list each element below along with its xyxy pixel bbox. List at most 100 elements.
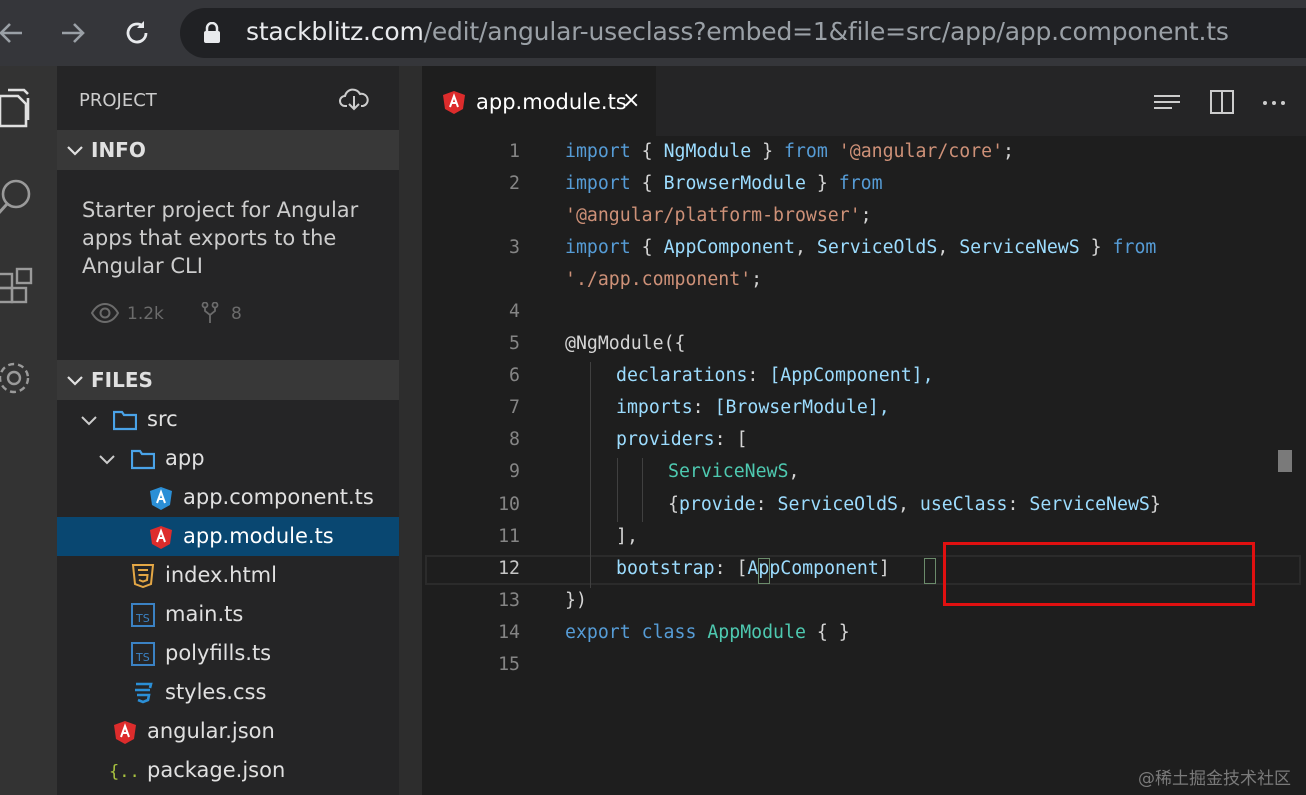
reload-icon[interactable] <box>118 14 156 52</box>
files-icon[interactable] <box>0 88 40 132</box>
json-icon: {..} <box>109 759 150 783</box>
css3-icon <box>131 681 155 705</box>
chevron-down-icon <box>65 368 85 396</box>
close-icon[interactable]: × <box>622 88 640 113</box>
line-number: 9 <box>509 461 520 482</box>
tree-label: app.module.ts <box>183 524 334 548</box>
bracket-match-open <box>758 558 770 584</box>
sidebar-scrollbar[interactable] <box>399 66 422 795</box>
settings-gear-icon[interactable] <box>0 356 40 400</box>
tree-file-app-module[interactable]: app.module.ts <box>57 517 399 556</box>
sidebar-header: PROJECT <box>57 66 399 130</box>
address-bar[interactable]: stackblitz.com/edit/angular-useclass?emb… <box>180 8 1306 58</box>
tree-file-app-component[interactable]: app.component.ts <box>57 478 399 517</box>
code-line-1: import { NgModule } from '@angular/core'… <box>565 141 1014 162</box>
search-icon[interactable] <box>0 176 40 220</box>
tree-label: styles.css <box>165 680 267 704</box>
info-section-header[interactable]: INFO <box>57 130 399 170</box>
scrollbar-thumb[interactable] <box>1278 450 1292 472</box>
code-editor: app.module.ts × 1 2 3 4 5 6 7 8 9 10 11 … <box>422 66 1306 795</box>
extensions-icon[interactable] <box>0 266 40 310</box>
tree-label: app <box>165 446 205 470</box>
url-text: stackblitz.com/edit/angular-useclass?emb… <box>246 17 1229 46</box>
angular-icon <box>113 720 137 744</box>
code-line-3: import { AppComponent, ServiceOldS, Serv… <box>565 237 1157 258</box>
indent-guide <box>617 458 618 522</box>
folder-open-icon <box>130 447 156 471</box>
code-line-11: ], <box>616 526 638 547</box>
tree-file-index-html[interactable]: index.html <box>57 556 399 595</box>
line-number: 10 <box>498 494 520 515</box>
line-number: 6 <box>509 365 520 386</box>
fork-icon <box>201 301 219 329</box>
folder-open-icon <box>112 408 138 432</box>
highlight-annotation-box <box>943 542 1255 606</box>
more-icon[interactable] <box>1260 88 1290 116</box>
line-number: 15 <box>498 654 520 675</box>
split-view-list-icon[interactable] <box>1152 88 1182 116</box>
line-number: 13 <box>498 590 520 611</box>
line-number-current: 12 <box>498 558 520 579</box>
chevron-down-icon <box>79 408 99 436</box>
line-number: 14 <box>498 622 520 643</box>
angular-ts-icon <box>149 486 173 510</box>
code-line-5: @NgModule({ <box>565 333 686 354</box>
url-host: stackblitz.com <box>246 17 424 46</box>
line-number: 3 <box>509 237 520 258</box>
code-area[interactable]: 1 2 3 4 5 6 7 8 9 10 11 12 13 14 15 impo… <box>422 136 1306 795</box>
code-line-3-wrap: './app.component'; <box>565 269 763 290</box>
line-number: 7 <box>509 397 520 418</box>
angular-icon <box>149 525 173 549</box>
tab-bar: app.module.ts × <box>422 66 1306 136</box>
code-line-7: imports: [BrowserModule], <box>616 397 890 418</box>
tree-file-styles-css[interactable]: styles.css <box>57 673 399 712</box>
line-number: 1 <box>509 141 520 162</box>
bracket-match-close <box>924 558 936 584</box>
tree-file-package-json[interactable]: {..} package.json <box>57 751 399 790</box>
line-number: 2 <box>509 173 520 194</box>
tab-app-module[interactable]: app.module.ts × <box>422 66 656 136</box>
view-count: 1.2k <box>127 304 164 324</box>
typescript-icon: TS <box>131 603 155 627</box>
indent-guide <box>642 458 643 522</box>
tree-folder-src[interactable]: src <box>57 400 399 439</box>
code-line-13: }) <box>565 590 587 611</box>
line-number: 5 <box>509 333 520 354</box>
tree-label: angular.json <box>147 719 275 743</box>
back-arrow-icon[interactable] <box>0 14 30 52</box>
tree-folder-app[interactable]: app <box>57 439 399 478</box>
lock-icon <box>202 21 222 48</box>
tree-label: src <box>147 407 178 431</box>
code-line-14: export class AppModule { } <box>565 622 850 643</box>
code-line-2: import { BrowserModule } from <box>565 173 883 194</box>
code-line-12: bootstrap: [AppComponent] <box>616 558 890 579</box>
html5-icon <box>131 564 155 589</box>
tree-file-main-ts[interactable]: TS main.ts <box>57 595 399 634</box>
svg-text:{..}: {..} <box>109 762 141 782</box>
forward-arrow-icon[interactable] <box>54 14 92 52</box>
tab-label: app.module.ts <box>476 90 627 114</box>
line-number: 8 <box>509 429 520 450</box>
files-section-header[interactable]: FILES <box>57 360 399 400</box>
files-section-label: FILES <box>91 368 153 392</box>
code-line-8: providers: [ <box>616 429 748 450</box>
tree-label: app.component.ts <box>183 485 374 509</box>
tree-label: index.html <box>165 563 277 587</box>
download-cloud-icon[interactable] <box>339 86 369 116</box>
project-description: Starter project for Angular apps that ex… <box>82 198 359 278</box>
chevron-down-icon <box>65 138 85 166</box>
code-line-9: ServiceNewS, <box>668 461 800 482</box>
chevron-down-icon <box>97 447 117 475</box>
tree-label: polyfills.ts <box>165 641 272 665</box>
url-path: /edit/angular-useclass?embed=1&file=src/… <box>423 17 1229 46</box>
browser-toolbar: stackblitz.com/edit/angular-useclass?emb… <box>0 0 1306 66</box>
tree-file-polyfills-ts[interactable]: TS polyfills.ts <box>57 634 399 673</box>
line-number: 11 <box>498 526 520 547</box>
sidebar-title: PROJECT <box>79 90 157 111</box>
tree-label: main.ts <box>165 602 244 626</box>
svg-text:TS: TS <box>135 612 150 625</box>
indent-guide <box>590 362 591 588</box>
split-editor-icon[interactable] <box>1208 88 1238 116</box>
tree-file-angular-json[interactable]: angular.json <box>57 712 399 751</box>
angular-icon <box>442 90 466 118</box>
